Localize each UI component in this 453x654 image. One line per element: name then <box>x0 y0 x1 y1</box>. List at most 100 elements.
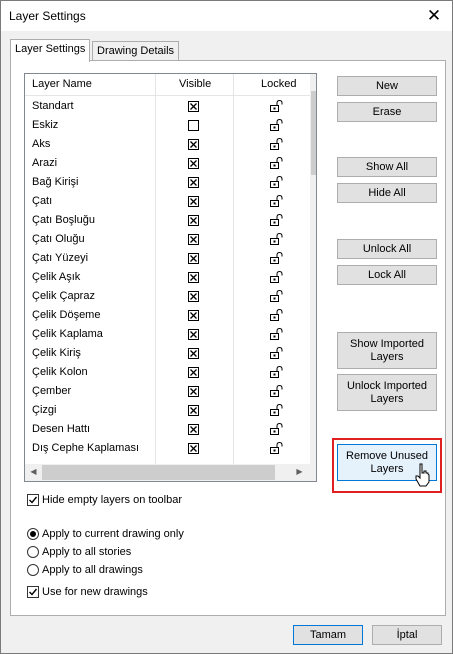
visible-checked-icon[interactable] <box>188 196 199 207</box>
unlocked-padlock-icon[interactable] <box>270 347 283 359</box>
unlocked-padlock-icon[interactable] <box>270 442 283 454</box>
layer-name-cell: Çatı Yüzeyi <box>32 252 89 264</box>
layer-name-cell: Çelik Kiriş <box>32 347 81 359</box>
table-row[interactable]: Çelik Kolon <box>25 363 310 382</box>
table-row[interactable]: Çelik Kiriş <box>25 344 310 363</box>
unlocked-padlock-icon[interactable] <box>270 271 283 283</box>
table-row[interactable]: Çatı <box>25 192 310 211</box>
close-icon[interactable]: ✕ <box>420 3 448 29</box>
radio-all-drawings-label[interactable]: Apply to all drawings <box>42 563 143 577</box>
tab-layer-settings[interactable]: Layer Settings <box>10 39 91 62</box>
unlocked-padlock-icon[interactable] <box>270 423 283 435</box>
table-row[interactable]: Eskiz <box>25 116 310 135</box>
visible-checked-icon[interactable] <box>188 272 199 283</box>
hide-all-button[interactable]: Hide All <box>337 183 437 203</box>
table-row[interactable]: Çember <box>25 382 310 401</box>
unlocked-padlock-icon[interactable] <box>270 214 283 226</box>
lock-all-button[interactable]: Lock All <box>337 265 437 285</box>
table-row[interactable]: Bağ Kirişi <box>25 173 310 192</box>
visible-checked-icon[interactable] <box>188 234 199 245</box>
visible-checked-icon[interactable] <box>188 367 199 378</box>
table-row[interactable]: Çelik Çapraz <box>25 287 310 306</box>
scroll-right-icon[interactable]: ▶ <box>291 467 308 476</box>
visible-checked-icon[interactable] <box>188 424 199 435</box>
cancel-button[interactable]: İptal <box>372 625 442 645</box>
scroll-up-icon[interactable]: ▲ <box>310 77 316 86</box>
unlocked-padlock-icon[interactable] <box>270 176 283 188</box>
table-row[interactable]: Çelik Döşeme <box>25 306 310 325</box>
table-row[interactable]: Çatı Oluğu <box>25 230 310 249</box>
column-header-visible[interactable]: Visible <box>179 74 211 95</box>
show-all-button[interactable]: Show All <box>337 157 437 177</box>
unlocked-padlock-icon[interactable] <box>270 157 283 169</box>
visible-checked-icon[interactable] <box>188 158 199 169</box>
unlocked-padlock-icon[interactable] <box>270 366 283 378</box>
visible-checked-icon[interactable] <box>188 291 199 302</box>
visible-checked-icon[interactable] <box>188 443 199 454</box>
unlock-imported-label-line2: Layers <box>370 393 404 405</box>
table-row[interactable]: Çelik Aşık <box>25 268 310 287</box>
visible-checked-icon[interactable] <box>188 253 199 264</box>
unlocked-padlock-icon[interactable] <box>270 290 283 302</box>
table-row[interactable]: Çelik Kaplama <box>25 325 310 344</box>
layer-name-cell: Çelik Kaplama <box>32 328 103 340</box>
unlocked-padlock-icon[interactable] <box>270 404 283 416</box>
horizontal-scrollbar[interactable]: ◀ ▶ <box>25 464 310 481</box>
visible-checked-icon[interactable] <box>188 139 199 150</box>
radio-all-stories[interactable] <box>27 546 39 558</box>
unlocked-padlock-icon[interactable] <box>270 233 283 245</box>
table-row[interactable]: Desen Hattı <box>25 420 310 439</box>
unlock-all-button[interactable]: Unlock All <box>337 239 437 259</box>
table-row[interactable]: Çizgi <box>25 401 310 420</box>
visible-checked-icon[interactable] <box>188 310 199 321</box>
visible-checked-icon[interactable] <box>188 177 199 188</box>
unlocked-padlock-icon[interactable] <box>270 328 283 340</box>
horizontal-scroll-thumb[interactable] <box>42 465 275 480</box>
visible-checked-icon[interactable] <box>188 386 199 397</box>
table-row[interactable]: Aks <box>25 135 310 154</box>
column-header-layer-name[interactable]: Layer Name <box>32 74 92 95</box>
radio-current-drawing[interactable] <box>27 528 39 540</box>
visible-checked-icon[interactable] <box>188 405 199 416</box>
new-button[interactable]: New <box>337 76 437 96</box>
layer-grid[interactable]: Layer Name Visible Locked Standart Eskiz A… <box>24 73 317 482</box>
table-row[interactable]: Standart <box>25 97 310 116</box>
hide-empty-label[interactable]: Hide empty layers on toolbar <box>42 493 182 507</box>
show-imported-layers-button[interactable]: Show Imported Layers <box>337 332 437 369</box>
unlock-imported-layers-button[interactable]: Unlock Imported Layers <box>337 374 437 411</box>
visible-unchecked-icon[interactable] <box>188 120 199 131</box>
use-for-new-checkbox[interactable] <box>27 586 39 598</box>
visible-checked-icon[interactable] <box>188 101 199 112</box>
visible-checked-icon[interactable] <box>188 348 199 359</box>
visible-checked-icon[interactable] <box>188 329 199 340</box>
table-row[interactable]: Çatı Yüzeyi <box>25 249 310 268</box>
column-header-locked[interactable]: Locked <box>261 74 296 95</box>
radio-all-stories-label[interactable]: Apply to all stories <box>42 545 131 559</box>
visible-checked-icon[interactable] <box>188 215 199 226</box>
unlocked-padlock-icon[interactable] <box>270 138 283 150</box>
unlocked-padlock-icon[interactable] <box>270 309 283 321</box>
unlocked-padlock-icon[interactable] <box>270 252 283 264</box>
table-row[interactable]: Dış Cephe Kaplaması <box>25 439 310 458</box>
table-row[interactable]: Arazi <box>25 154 310 173</box>
table-row[interactable]: Çatı Boşluğu <box>25 211 310 230</box>
unlocked-padlock-icon[interactable] <box>270 195 283 207</box>
unlocked-padlock-icon[interactable] <box>270 385 283 397</box>
tab-drawing-details[interactable]: Drawing Details <box>92 41 180 61</box>
unlocked-padlock-icon[interactable] <box>270 100 283 112</box>
unlocked-padlock-icon[interactable] <box>270 119 283 131</box>
layer-name-cell: Dış Cephe Kaplaması <box>32 442 139 454</box>
ok-button[interactable]: Tamam <box>293 625 363 645</box>
layer-name-cell: Çizgi <box>32 404 57 416</box>
radio-all-drawings[interactable] <box>27 564 39 576</box>
layer-name-cell: Çember <box>32 385 72 397</box>
hide-empty-checkbox[interactable] <box>27 494 39 506</box>
vertical-scrollbar[interactable]: ▲ ▼ <box>310 74 316 464</box>
layer-name-cell: Çatı <box>32 195 53 207</box>
vertical-scroll-thumb[interactable] <box>311 91 316 175</box>
scroll-down-icon[interactable]: ▼ <box>310 450 316 459</box>
erase-button[interactable]: Erase <box>337 102 437 122</box>
radio-current-drawing-label[interactable]: Apply to current drawing only <box>42 527 184 541</box>
use-for-new-label[interactable]: Use for new drawings <box>42 585 148 599</box>
scroll-left-icon[interactable]: ◀ <box>25 467 42 476</box>
